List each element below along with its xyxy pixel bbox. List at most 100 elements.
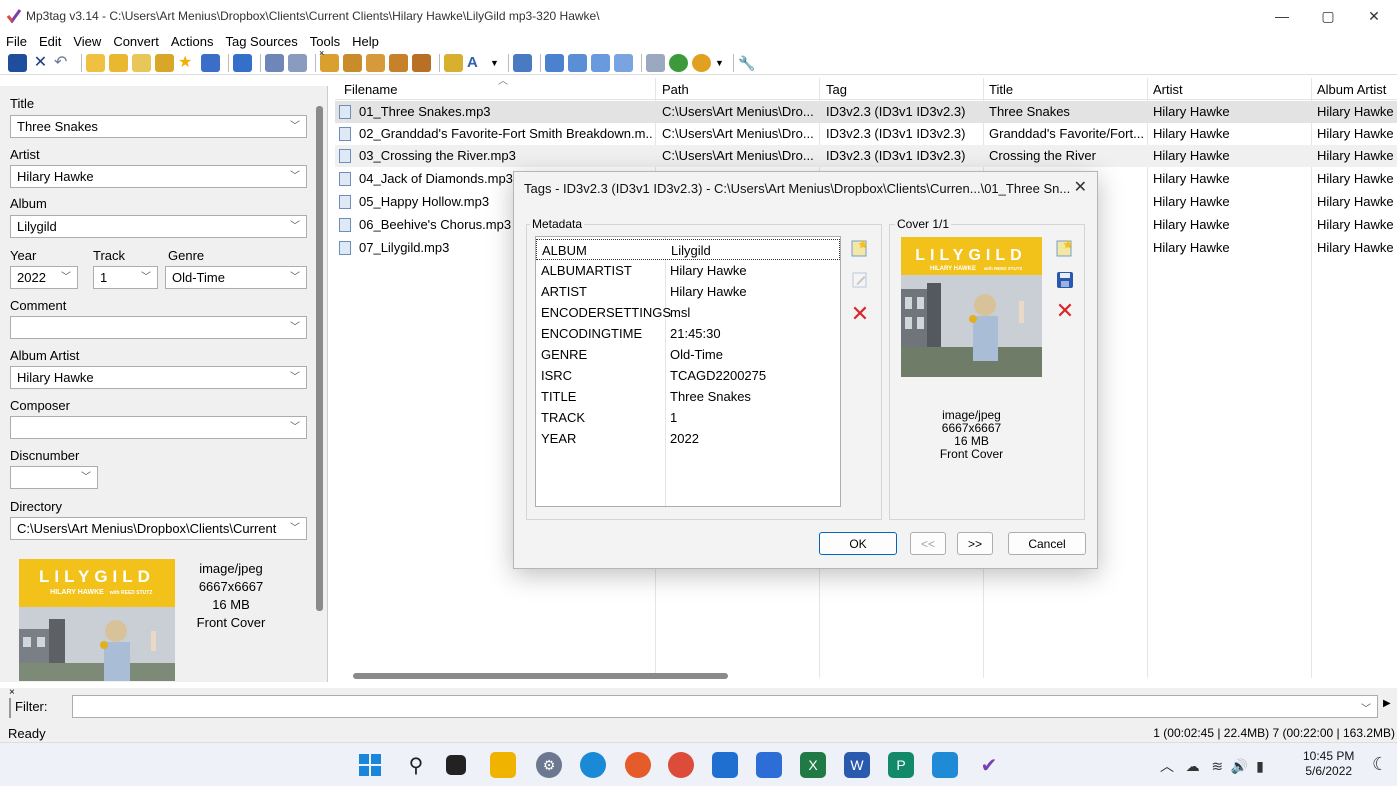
- chevron-down-icon[interactable]: ﹀: [290, 267, 300, 288]
- task-view-icon[interactable]: [446, 755, 466, 775]
- change-directory-icon[interactable]: [86, 53, 105, 72]
- menu-view[interactable]: View: [73, 34, 101, 49]
- column-path[interactable]: Path: [662, 82, 689, 97]
- web-source-icon[interactable]: [669, 53, 688, 72]
- menu-file[interactable]: File: [6, 34, 27, 49]
- windows-start-icon[interactable]: [357, 752, 383, 778]
- system-tray[interactable]: ︿ ☁ ≋ 🔊 ▮: [1160, 756, 1264, 776]
- metadata-row[interactable]: ENCODINGTIME 21:45:30: [536, 323, 840, 344]
- column-filename[interactable]: Filename: [344, 82, 397, 97]
- close-button[interactable]: ✕: [1351, 0, 1397, 32]
- chevron-down-icon[interactable]: ﹀: [1361, 700, 1371, 715]
- settings-gear-icon[interactable]: ⚙: [536, 752, 562, 778]
- mp3tag-taskbar-icon[interactable]: ✔: [976, 752, 1002, 778]
- cover-art-thumbnail[interactable]: LILYGILD HILARY HAWKE with REED STUTZ: [19, 559, 175, 681]
- chrome-icon[interactable]: [668, 752, 694, 778]
- panel-scrollbar[interactable]: [316, 106, 323, 611]
- menu-help[interactable]: Help: [352, 34, 379, 49]
- column-title[interactable]: Title: [989, 82, 1013, 97]
- metadata-row[interactable]: ARTIST Hilary Hawke: [536, 281, 840, 302]
- artist-field[interactable]: Hilary Hawke ﹀: [10, 165, 307, 188]
- column-album-artist[interactable]: Album Artist: [1317, 82, 1386, 97]
- directory-field[interactable]: C:\Users\Art Menius\Dropbox\Clients\Curr…: [10, 517, 307, 540]
- metadata-row[interactable]: ISRC TCAGD2200275: [536, 365, 840, 386]
- ok-button[interactable]: OK: [819, 532, 897, 555]
- chevron-right-icon[interactable]: ▶: [1383, 698, 1391, 709]
- options-icon[interactable]: [614, 53, 633, 72]
- horizontal-scrollbar[interactable]: [353, 673, 728, 679]
- chevron-up-icon[interactable]: ︿: [1160, 758, 1174, 774]
- menu-actions[interactable]: Actions: [171, 34, 214, 49]
- star-icon[interactable]: ★: [178, 54, 197, 72]
- chevron-down-icon[interactable]: ﹀: [141, 267, 151, 288]
- add-directory-icon[interactable]: [109, 53, 128, 72]
- playlist-icon[interactable]: [288, 53, 307, 72]
- filter-close-icon[interactable]: ×: [9, 687, 15, 698]
- save-icon[interactable]: [8, 53, 27, 72]
- metadata-row[interactable]: ALBUM Lilygild: [536, 239, 840, 260]
- export-icon[interactable]: [265, 53, 284, 72]
- delete-field-icon[interactable]: ✕: [850, 301, 870, 326]
- metadata-row[interactable]: TRACK 1: [536, 407, 840, 428]
- delete-cover-icon[interactable]: ✕: [1055, 298, 1075, 323]
- favorite-folder-icon[interactable]: [155, 53, 174, 72]
- menu-tools[interactable]: Tools: [310, 34, 340, 49]
- clock[interactable]: 10:45 PM 5/6/2022: [1303, 749, 1354, 779]
- edge-browser-icon[interactable]: [580, 752, 606, 778]
- add-cover-icon[interactable]: [1055, 238, 1075, 258]
- discogs-icon[interactable]: [692, 53, 711, 72]
- freedb-icon[interactable]: [646, 53, 665, 72]
- select-all-icon[interactable]: [545, 53, 564, 72]
- album-artist-field[interactable]: Hilary Hawke ﹀: [10, 366, 307, 389]
- track-field[interactable]: 1 ﹀: [93, 266, 158, 289]
- column-artist[interactable]: Artist: [1153, 82, 1183, 97]
- file-explorer-icon[interactable]: [490, 752, 516, 778]
- panel-close-icon[interactable]: ×: [319, 48, 324, 58]
- publisher-icon[interactable]: P: [888, 752, 914, 778]
- year-field[interactable]: 2022 ﹀: [10, 266, 78, 289]
- genre-field[interactable]: Old-Time ﹀: [165, 266, 307, 289]
- chevron-down-icon[interactable]: ﹀: [290, 116, 300, 137]
- metadata-row[interactable]: ENCODERSETTINGS msl: [536, 302, 840, 323]
- wrench-icon[interactable]: 🔧: [738, 54, 757, 72]
- chevron-down-icon[interactable]: ﹀: [81, 467, 91, 488]
- store-icon[interactable]: [932, 752, 958, 778]
- chevron-down-icon[interactable]: ﹀: [290, 216, 300, 237]
- case-conversion-icon[interactable]: A: [467, 54, 486, 72]
- notifications-icon[interactable]: ☾: [1372, 754, 1388, 775]
- menu-edit[interactable]: Edit: [39, 34, 61, 49]
- extended-tags-icon[interactable]: [233, 53, 252, 72]
- search-icon[interactable]: ⚲: [403, 752, 429, 778]
- word-icon[interactable]: W: [844, 752, 870, 778]
- chevron-down-icon[interactable]: ▼: [715, 54, 725, 72]
- table-row[interactable]: 03_Crossing the River.mp3 C:\Users\Art M…: [335, 145, 1397, 167]
- battery-icon[interactable]: ▮: [1256, 758, 1264, 774]
- invert-selection-icon[interactable]: [591, 53, 610, 72]
- dialog-close-button[interactable]: ✕: [1074, 177, 1087, 197]
- tag-to-tag-icon[interactable]: [389, 53, 408, 72]
- metadata-row[interactable]: GENRE Old-Time: [536, 344, 840, 365]
- table-row[interactable]: 01_Three Snakes.mp3 C:\Users\Art Menius\…: [335, 101, 1397, 123]
- open-playlist-icon[interactable]: [132, 53, 151, 72]
- album-field[interactable]: Lilygild ﹀: [10, 215, 307, 238]
- excel-icon[interactable]: X: [800, 752, 826, 778]
- edit-field-icon[interactable]: [850, 270, 870, 290]
- select-icon[interactable]: [568, 53, 587, 72]
- add-field-icon[interactable]: [850, 238, 870, 258]
- outlook-icon[interactable]: [712, 752, 738, 778]
- filter-input[interactable]: ﹀: [72, 695, 1378, 718]
- menu-convert[interactable]: Convert: [113, 34, 159, 49]
- title-field[interactable]: Three Snakes ﹀: [10, 115, 307, 138]
- auto-numbering-icon[interactable]: [444, 53, 463, 72]
- edit-icon[interactable]: [513, 53, 532, 72]
- chevron-down-icon[interactable]: ﹀: [61, 267, 71, 288]
- chevron-down-icon[interactable]: ﹀: [290, 518, 300, 539]
- text-to-tag-icon[interactable]: [366, 53, 385, 72]
- remove-tag-icon[interactable]: ✕: [31, 54, 50, 72]
- cloud-icon[interactable]: ☁: [1186, 758, 1200, 774]
- discnumber-field[interactable]: ﹀: [10, 466, 98, 489]
- dialog-cover-art[interactable]: LILYGILD HILARY HAWKE with REED STUTZ: [901, 237, 1042, 377]
- save-cover-icon[interactable]: [1055, 270, 1075, 290]
- metadata-list[interactable]: ALBUM Lilygild ALBUMARTIST Hilary Hawke AR…: [535, 236, 841, 507]
- volume-icon[interactable]: 🔊: [1231, 758, 1248, 774]
